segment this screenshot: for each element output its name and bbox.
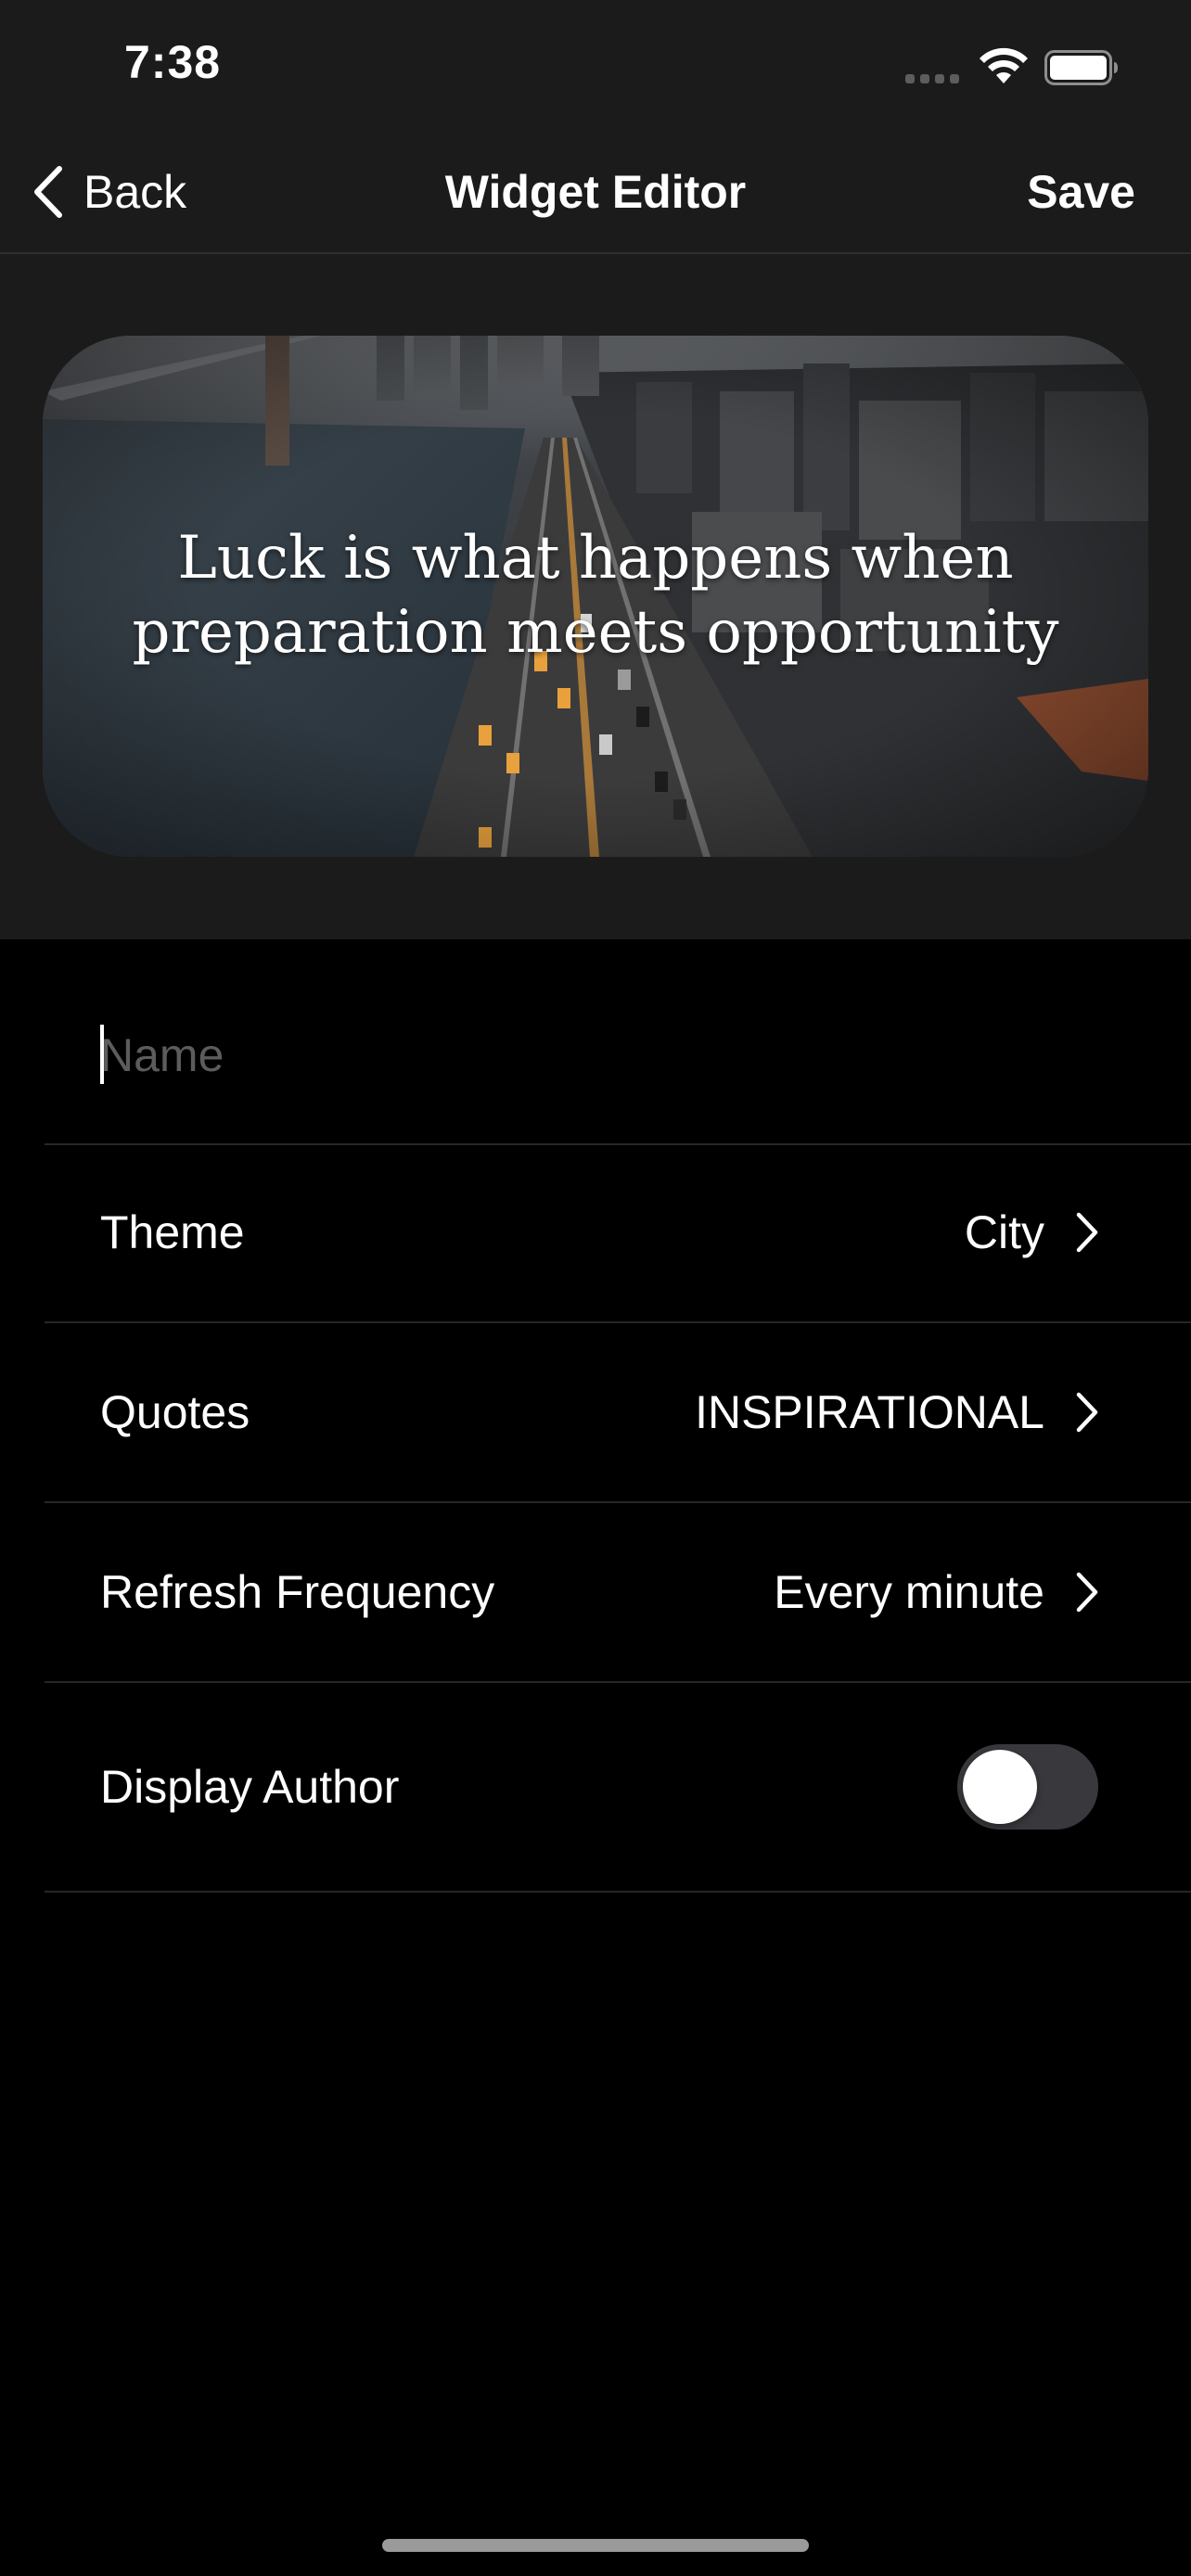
toggle-knob — [963, 1750, 1037, 1824]
status-bar: 7:38 — [0, 0, 1191, 130]
theme-value: City — [964, 1206, 1044, 1258]
save-button[interactable]: Save — [1027, 165, 1135, 219]
refresh-frequency-value-group: Every minute — [774, 1503, 1098, 1681]
display-author-toggle[interactable] — [957, 1744, 1098, 1830]
theme-row[interactable]: Theme City — [45, 1143, 1191, 1323]
navigation-bar: Back Widget Editor Save — [0, 139, 1191, 254]
refresh-frequency-row[interactable]: Refresh Frequency Every minute — [45, 1503, 1191, 1683]
display-author-label: Display Author — [100, 1761, 400, 1813]
theme-label: Theme — [100, 1206, 245, 1258]
home-indicator[interactable] — [382, 2539, 809, 2552]
chevron-right-icon — [1076, 1392, 1098, 1433]
quotes-row[interactable]: Quotes INSPIRATIONAL — [45, 1323, 1191, 1503]
top-area: 7:38 Back Widget Editor Save Luck is wha… — [0, 0, 1191, 939]
display-author-row: Display Author — [45, 1683, 1191, 1893]
widget-quote-text: Luck is what happens when preparation me… — [132, 524, 1059, 667]
battery-icon — [1044, 50, 1118, 85]
page-title: Widget Editor — [444, 166, 747, 218]
cellular-signal-icon — [905, 74, 959, 83]
wifi-icon — [980, 47, 1028, 83]
widget-preview: Luck is what happens when preparation me… — [43, 336, 1148, 857]
refresh-frequency-value: Every minute — [774, 1566, 1044, 1618]
refresh-frequency-label: Refresh Frequency — [100, 1566, 495, 1618]
quotes-label: Quotes — [100, 1386, 250, 1438]
name-row — [45, 939, 1191, 1145]
quotes-value: INSPIRATIONAL — [695, 1386, 1044, 1438]
chevron-right-icon — [1076, 1572, 1098, 1613]
theme-value-group: City — [965, 1143, 1098, 1321]
status-time: 7:38 — [124, 36, 222, 88]
text-cursor — [100, 1025, 104, 1084]
name-input[interactable] — [100, 1023, 1121, 1088]
quotes-value-group: INSPIRATIONAL — [695, 1323, 1098, 1501]
chevron-right-icon — [1076, 1212, 1098, 1253]
